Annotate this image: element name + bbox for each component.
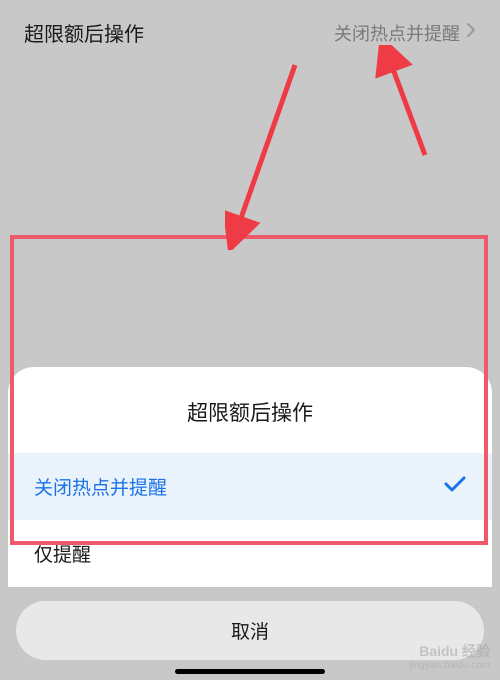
settings-row-value: 关闭热点并提醒 <box>334 20 476 46</box>
cancel-button-label: 取消 <box>231 622 269 643</box>
settings-row-overlimit[interactable]: 超限额后操作 关闭热点并提醒 <box>0 0 500 65</box>
chevron-right-icon <box>466 22 476 43</box>
option-close-and-remind[interactable]: 关闭热点并提醒 <box>8 453 492 520</box>
settings-row-label: 超限额后操作 <box>24 18 144 47</box>
watermark-brand: Baidu 经验 <box>409 643 490 660</box>
action-sheet-title: 超限额后操作 <box>8 367 492 453</box>
settings-row-value-text: 关闭热点并提醒 <box>334 20 460 46</box>
action-sheet: 超限额后操作 关闭热点并提醒 仅提醒 取消 <box>0 367 500 680</box>
option-label: 仅提醒 <box>34 540 91 567</box>
home-indicator <box>175 669 325 674</box>
annotation-arrow-icon <box>225 60 305 250</box>
watermark-url: jingyan.baidu.com <box>409 660 490 672</box>
option-remind-only[interactable]: 仅提醒 <box>8 520 492 587</box>
option-label: 关闭热点并提醒 <box>34 473 167 500</box>
watermark: Baidu 经验 jingyan.baidu.com <box>409 643 490 672</box>
action-sheet-body: 超限额后操作 关闭热点并提醒 仅提醒 <box>8 367 492 587</box>
check-icon <box>444 475 466 499</box>
